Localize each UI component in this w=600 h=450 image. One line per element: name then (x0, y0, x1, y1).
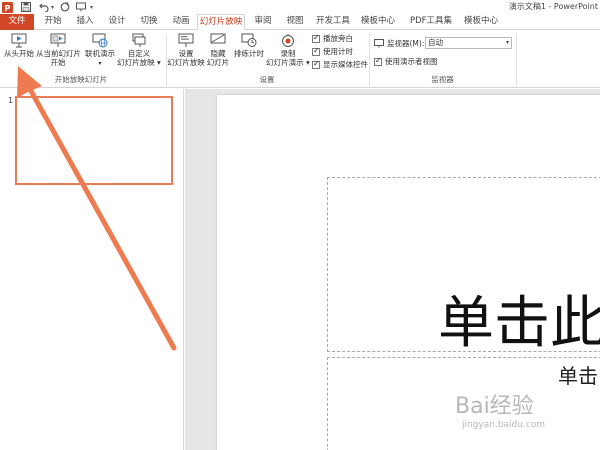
record-slideshow-button[interactable]: 录制 幻灯片演示 ▾ (266, 33, 310, 67)
present-online-button[interactable]: 联机演示 ▾ (83, 33, 117, 68)
group-separator (516, 34, 517, 86)
tab-review[interactable]: 审阅 (248, 14, 278, 30)
tab-view[interactable]: 视图 (280, 14, 310, 30)
record-label-1: 录制 (280, 49, 296, 58)
hide-slide-icon (210, 33, 226, 44)
custom-slideshow-icon (132, 33, 146, 47)
present-online-label: 联机演示 (85, 49, 115, 58)
setup-slideshow-button[interactable]: 设置 幻灯片放映 (166, 33, 206, 67)
ribbon-panel: 从头开始 从当前幻灯片 开始 联机演示 ▾ 自定义 幻灯片放映 ▾ 开始放映幻灯… (0, 30, 600, 88)
title-placeholder[interactable]: 单击此 (327, 177, 600, 356)
show-media-controls-label: 显示媒体控件 (323, 60, 368, 69)
checkbox-checked-icon (312, 33, 320, 43)
monitor-row: 监视器(M): (374, 38, 424, 49)
monitor-select[interactable]: 自动 ▾ (425, 37, 512, 49)
tab-template-center-2[interactable]: 模板中心 (460, 14, 502, 30)
powerpoint-logo-icon: P (2, 1, 13, 13)
ribbon-tabs: 文件 开始 插入 设计 切换 动画 幻灯片放映 审阅 视图 开发工具 模板中心 … (0, 14, 600, 31)
checkbox-checked-icon (374, 56, 382, 66)
slide-editor: 单击此 单击 (185, 89, 600, 450)
presenter-view-checkbox[interactable]: 使用演示者视图 (374, 56, 438, 67)
setup-label-2: 幻灯片放映 (167, 58, 205, 67)
slideshow-from-current-icon (50, 33, 66, 47)
use-timings-checkbox[interactable]: 使用计时 (312, 46, 353, 57)
record-label-2: 幻灯片演示 ▾ (266, 58, 310, 67)
play-narrations-label: 播放旁白 (323, 34, 353, 43)
from-current-label-2: 开始 (50, 58, 66, 67)
setup-label-1: 设置 (178, 49, 194, 58)
title-bar: P ▾ ▾ 演示文稿1 - PowerPoint (0, 0, 600, 14)
start-group-label: 开始放映幻灯片 (54, 75, 108, 84)
tab-animations[interactable]: 动画 (166, 14, 196, 30)
presenter-view-label: 使用演示者视图 (385, 57, 438, 66)
window-title: 演示文稿1 - PowerPoint (508, 2, 598, 11)
hide-slide-label-2: 幻灯片 (206, 58, 230, 67)
quick-access-toolbar: P ▾ ▾ (2, 1, 93, 13)
present-online-dropdown: ▾ (98, 60, 102, 67)
from-current-label-1: 从当前幻灯片 (36, 49, 81, 58)
monitor-label: 监视器(M): (387, 39, 425, 48)
present-online-icon (92, 33, 108, 48)
rehearse-timings-icon (241, 33, 257, 47)
setup-slideshow-icon (178, 33, 194, 47)
tab-pdf-tools[interactable]: PDF工具集 (405, 14, 457, 30)
slide-thumbnail[interactable] (15, 96, 173, 185)
slideshow-from-start-icon (11, 33, 27, 48)
tab-developer[interactable]: 开发工具 (312, 14, 354, 30)
play-narrations-checkbox[interactable]: 播放旁白 (312, 33, 353, 44)
custom-slideshow-button[interactable]: 自定义 幻灯片放映 ▾ (117, 33, 161, 67)
tab-design[interactable]: 设计 (102, 14, 132, 30)
tab-slideshow[interactable]: 幻灯片放映 (197, 14, 245, 31)
monitors-group-label: 监视器 (431, 75, 454, 84)
checkbox-checked-icon (312, 46, 320, 56)
start-slideshow-qa-icon[interactable] (76, 2, 87, 12)
svg-text:P: P (5, 4, 11, 13)
checkbox-checked-icon (312, 59, 320, 69)
record-slideshow-icon (282, 34, 294, 47)
tab-file[interactable]: 文件 (0, 14, 34, 30)
undo-icon[interactable] (39, 2, 49, 12)
watermark-brand: Bai经验 (455, 394, 534, 419)
slide-thumbnail-pane: 1 (0, 89, 184, 450)
monitor-icon (374, 39, 384, 48)
hide-slide-label-1: 隐藏 (210, 49, 226, 58)
from-current-slide-button[interactable]: 从当前幻灯片 开始 (36, 33, 81, 67)
redo-icon[interactable] (60, 2, 70, 12)
slide-canvas[interactable]: 单击此 单击 (217, 95, 600, 450)
tab-insert[interactable]: 插入 (70, 14, 100, 30)
from-beginning-button[interactable]: 从头开始 (2, 33, 36, 58)
customize-qa-icon[interactable]: ▾ (90, 4, 93, 11)
setup-group-label: 设置 (259, 75, 275, 84)
rehearse-timings-label: 排练计时 (234, 49, 264, 58)
undo-dropdown-icon[interactable]: ▾ (51, 4, 54, 11)
title-placeholder-text: 单击此 (438, 291, 600, 356)
custom-slideshow-label-1: 自定义 (127, 49, 151, 58)
save-icon[interactable] (21, 2, 31, 12)
subtitle-placeholder-text: 单击 (558, 364, 598, 388)
monitor-select-value: 自动 (428, 38, 443, 47)
show-media-controls-checkbox[interactable]: 显示媒体控件 (312, 59, 368, 70)
tab-home[interactable]: 开始 (38, 14, 68, 30)
from-beginning-label: 从头开始 (4, 49, 34, 58)
hide-slide-button[interactable]: 隐藏 幻灯片 (204, 33, 232, 67)
use-timings-label: 使用计时 (323, 47, 353, 56)
custom-slideshow-label-2: 幻灯片放映 ▾ (117, 58, 161, 67)
watermark-url: jingyan.baidu.com (462, 420, 546, 430)
tab-template-center[interactable]: 模板中心 (357, 14, 399, 30)
tab-transitions[interactable]: 切换 (134, 14, 164, 30)
rehearse-timings-button[interactable]: 排练计时 (233, 33, 265, 58)
slide-number: 1 (8, 96, 14, 105)
chevron-down-icon: ▾ (505, 39, 509, 46)
